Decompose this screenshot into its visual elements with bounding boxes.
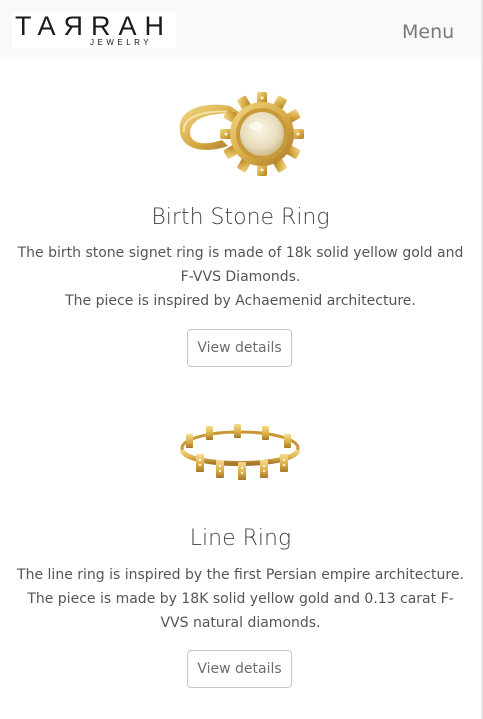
product-description-line: VVS natural diamonds. <box>160 615 321 631</box>
brand-logo-main: TAЯRAH <box>15 11 173 41</box>
product-description-line: The line ring is inspired by the first P… <box>17 567 464 583</box>
product-description: The line ring is inspired by the first P… <box>10 563 471 635</box>
birth-stone-ring-image[interactable] <box>170 84 306 186</box>
menu-button[interactable]: Menu <box>390 18 470 46</box>
line-ring-image[interactable] <box>176 420 304 484</box>
product-description-line: The birth stone signet ring is made of 1… <box>17 245 464 261</box>
view-details-button[interactable]: View details <box>187 329 292 367</box>
product-description-line: F-VVS Diamonds. <box>180 269 301 285</box>
navbar: TAЯRAH JEWELRY Menu <box>0 0 483 59</box>
product-description: The birth stone signet ring is made of 1… <box>10 241 471 313</box>
brand-logo-sub: JEWELRY <box>90 38 153 47</box>
product-title: Birth Stone Ring <box>151 205 330 230</box>
view-details-button[interactable]: View details <box>187 650 292 688</box>
product-description-line: The piece is inspired by Achaemenid arch… <box>65 293 416 309</box>
brand-logo[interactable]: TAЯRAH JEWELRY <box>12 12 176 48</box>
product-title: Line Ring <box>189 526 292 551</box>
product-description-line: The piece is made by 18K solid yellow go… <box>27 591 454 607</box>
